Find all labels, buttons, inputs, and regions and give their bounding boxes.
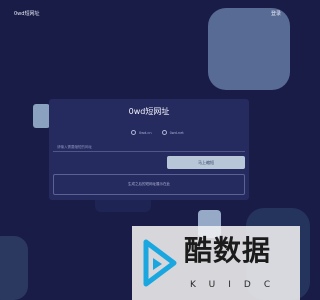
play-logo-icon	[143, 239, 177, 287]
radio-label: 0wd.cn	[139, 130, 152, 135]
url-input[interactable]	[53, 142, 245, 152]
radio-circle-icon[interactable]	[131, 130, 136, 135]
radio-option-0wd-cn[interactable]: 0wd.cn	[131, 130, 152, 135]
shorten-button[interactable]: 马上缩短	[167, 156, 245, 169]
watermark: 酷数据 KUIDC	[132, 226, 300, 300]
result-placeholder: 生成之后的短网址展示在此	[128, 182, 170, 186]
radio-circle-icon[interactable]	[161, 130, 167, 135]
shorten-panel: 0wd短网址 0wd.cn 0wd.net 马上缩短 生成之后的短网址展示在此	[49, 99, 249, 200]
brand-logo-text[interactable]: 0wd短网址	[14, 10, 39, 17]
header: 0wd短网址 登录	[0, 0, 300, 30]
login-link[interactable]: 登录	[271, 10, 281, 17]
result-box: 生成之后的短网址展示在此	[53, 174, 245, 195]
domain-radio-group: 0wd.cn 0wd.net	[131, 130, 194, 135]
panel-title: 0wd短网址	[128, 107, 170, 116]
watermark-cn-text: 酷数据	[184, 234, 272, 267]
radio-option-0wd-net[interactable]: 0wd.net	[161, 130, 184, 135]
radio-label: 0wd.net	[169, 130, 184, 135]
decorative-shape-mid-left	[33, 104, 50, 128]
watermark-en-text: KUIDC	[190, 280, 284, 290]
decorative-shape-bottom-left	[0, 236, 28, 300]
